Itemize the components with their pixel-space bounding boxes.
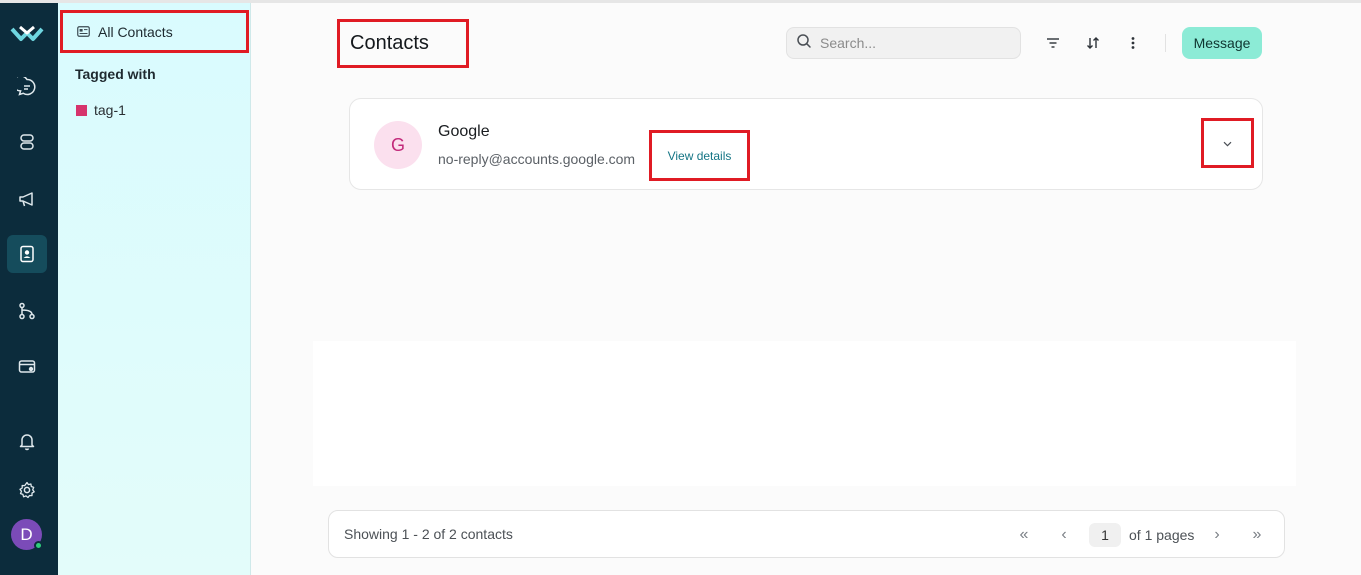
contact-email: no-reply@accounts.google.com [438,151,636,167]
app-rail: D [0,3,58,575]
total-pages-label: of 1 pages [1129,527,1195,543]
next-page-icon[interactable]: › [1206,524,1228,546]
gear-icon[interactable] [7,471,47,509]
bell-icon[interactable] [7,422,47,460]
expand-button[interactable] [1201,118,1254,168]
all-contacts-label: All Contacts [98,23,173,40]
megaphone-icon[interactable] [7,180,47,218]
search-input[interactable] [820,35,1010,51]
view-details-link[interactable]: View details [649,130,750,181]
online-status-dot [34,541,43,550]
first-page-icon[interactable]: « [1013,524,1035,546]
logo-icon[interactable] [10,21,44,45]
contact-name: Google [438,123,490,140]
filter-icon[interactable] [1041,31,1065,55]
tag-item[interactable]: tag-1 [76,102,126,118]
empty-content-area [313,341,1296,486]
previous-page-icon[interactable]: ‹ [1053,524,1075,546]
page-title: Contacts [337,19,469,68]
tag-label: tag-1 [94,102,126,118]
sort-icon[interactable] [1081,31,1105,55]
more-options-icon[interactable] [1121,31,1145,55]
flow-icon[interactable] [7,292,47,330]
database-icon[interactable] [7,123,47,161]
id-card-icon [77,24,90,40]
contact-card[interactable]: G Google no-reply@accounts.google.com Vi… [349,98,1263,190]
contact-avatar: G [374,121,422,169]
all-contacts-item[interactable]: All Contacts [60,10,249,53]
search-box[interactable] [786,27,1021,59]
chat-icon[interactable] [7,68,47,106]
last-page-icon[interactable]: » [1246,524,1268,546]
wallet-icon[interactable] [7,347,47,385]
search-icon [796,33,812,54]
contacts-icon[interactable] [7,235,47,273]
tagged-with-heading: Tagged with [75,66,156,82]
message-button[interactable]: Message [1182,27,1262,59]
tag-color-swatch [76,104,87,116]
chevron-down-icon [1223,134,1232,152]
avatar[interactable]: D [11,519,43,550]
avatar-initial: D [20,524,33,544]
page-number-input[interactable] [1089,523,1121,547]
toolbar-divider [1165,34,1166,52]
results-count: Showing 1 - 2 of 2 contacts [344,526,513,542]
pagination-footer: Showing 1 - 2 of 2 contacts « ‹ of 1 pag… [328,510,1285,558]
contacts-sidebar: All Contacts Tagged with tag-1 [58,3,251,575]
